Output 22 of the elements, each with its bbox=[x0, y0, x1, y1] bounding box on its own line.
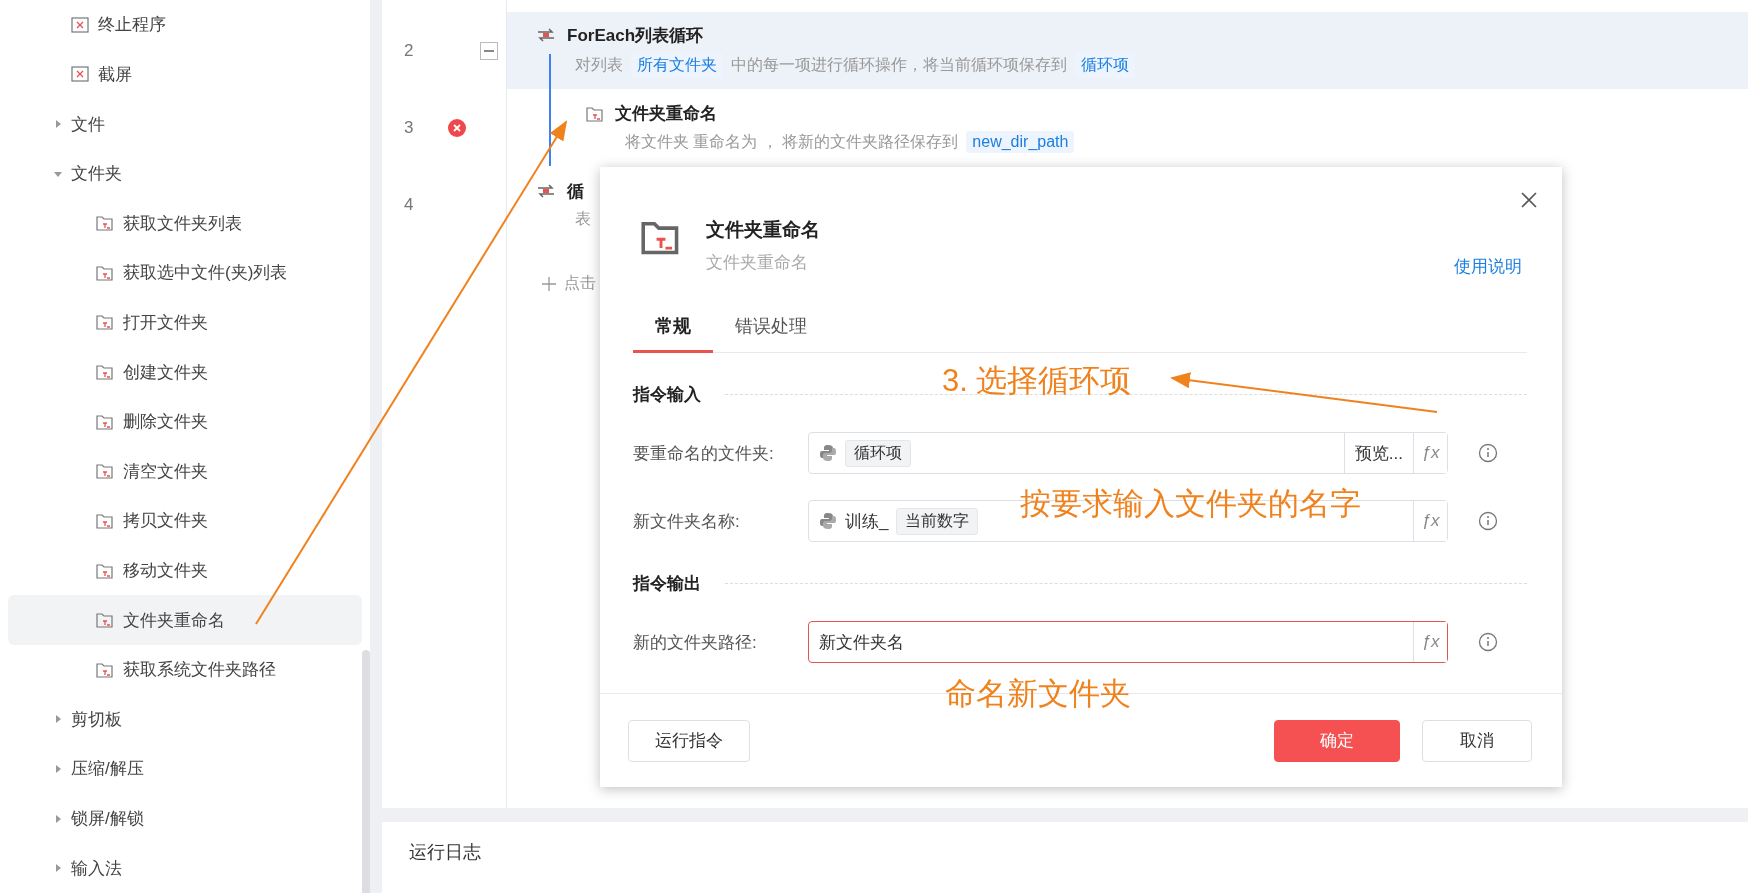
field-label: 新文件夹名称: bbox=[633, 510, 741, 533]
input-text: 训练_ bbox=[845, 510, 889, 533]
line-number: 4 bbox=[404, 194, 414, 215]
input-value: 新文件夹名 bbox=[819, 631, 904, 654]
line-number: 3 bbox=[404, 117, 414, 138]
field-label: 新的文件夹路径: bbox=[633, 631, 758, 654]
dialog-title: 文件夹重命名 bbox=[706, 218, 821, 242]
dialog-subtitle: 文件夹重命名 bbox=[706, 252, 809, 274]
step-title: 文件夹重命名 bbox=[615, 103, 717, 125]
step-description: 中的每一项进行循环操作，将当前循环项保存到 bbox=[731, 54, 1067, 75]
section-title: 指令输入 bbox=[633, 384, 701, 406]
section-title: 指令输出 bbox=[633, 573, 701, 595]
panel-title: 运行日志 bbox=[409, 842, 481, 862]
step-description: 将文件夹 重命名为 ， 将新的文件夹路径保存到 bbox=[625, 131, 959, 152]
step-description: 对列表 bbox=[575, 54, 623, 75]
step-description: 表 bbox=[575, 208, 591, 229]
step-title: 循 bbox=[567, 180, 584, 203]
line-number: 2 bbox=[404, 40, 414, 61]
step-title: ForEach列表循环 bbox=[567, 24, 704, 47]
annotation-text: 命名新文件夹 bbox=[945, 675, 1131, 713]
annotation-text: 3. 选择循环项 bbox=[942, 362, 1132, 400]
field-label: 要重命名的文件夹: bbox=[633, 442, 775, 465]
